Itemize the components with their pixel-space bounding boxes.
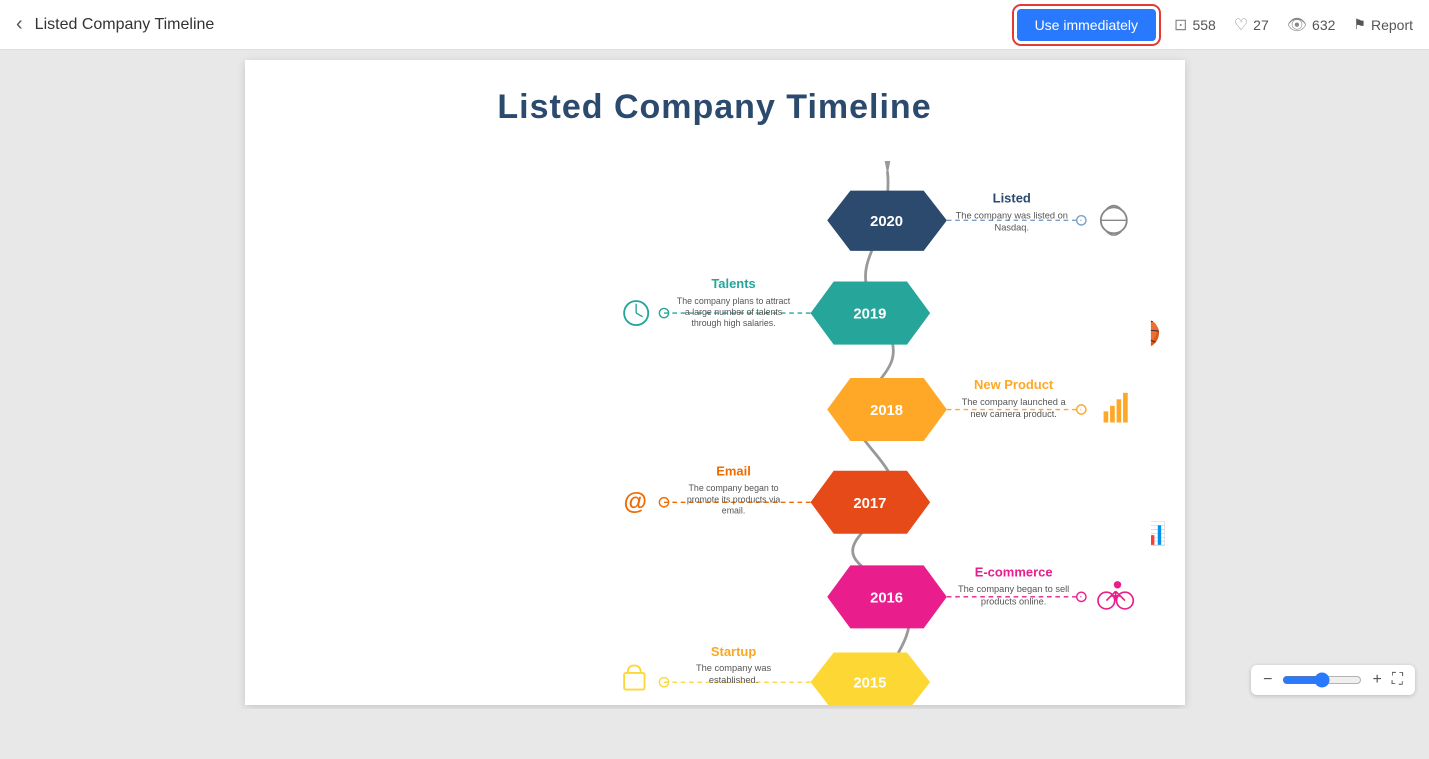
zoom-controls: − + ⛶: [1251, 665, 1415, 695]
svg-text:2017: 2017: [853, 496, 886, 512]
report-button[interactable]: ⚑ Report: [1353, 16, 1413, 33]
svg-text:@: @: [623, 489, 647, 516]
svg-text:2018: 2018: [870, 403, 903, 419]
svg-text:2019: 2019: [853, 307, 886, 323]
fullscreen-button[interactable]: ⛶: [1392, 671, 1403, 689]
svg-text:The company plans to attract: The company plans to attract: [676, 296, 790, 306]
header: ‹ Listed Company Timeline Use immediatel…: [0, 0, 1429, 50]
report-label: Report: [1371, 17, 1413, 33]
likes-stat: ♡ 27: [1234, 15, 1269, 35]
svg-text:The company launched a: The company launched a: [961, 397, 1066, 407]
svg-text:2016: 2016: [870, 590, 903, 606]
svg-text:Email: Email: [716, 463, 751, 478]
timeline-main-svg: 2020 Listed The company was listed on Na…: [245, 135, 1185, 705]
use-immediately-button[interactable]: Use immediately: [1017, 9, 1156, 41]
svg-text:email.: email.: [721, 505, 744, 515]
svg-text:The company began to: The company began to: [688, 483, 778, 493]
svg-text:The company began to sell: The company began to sell: [957, 584, 1068, 594]
svg-text:2015: 2015: [853, 676, 886, 692]
svg-text:new camera product.: new camera product.: [970, 409, 1057, 419]
svg-text:products online.: products online.: [980, 596, 1045, 606]
svg-text:Nasdaq.: Nasdaq.: [994, 223, 1029, 233]
main-content: Listed Company Timeline 2020 🏀 Listed Th…: [0, 50, 1429, 709]
zoom-in-button[interactable]: +: [1372, 671, 1381, 689]
flag-icon: ⚑: [1353, 16, 1366, 33]
slide-container: Listed Company Timeline 2020 🏀 Listed Th…: [245, 60, 1185, 705]
svg-text:Listed: Listed: [992, 191, 1030, 206]
zoom-slider[interactable]: [1282, 672, 1362, 688]
likes-count: 27: [1253, 17, 1269, 33]
back-button[interactable]: ‹: [16, 13, 23, 36]
svg-text:Startup: Startup: [710, 644, 755, 659]
slide-title: Listed Company Timeline: [245, 60, 1185, 127]
svg-text:through high salaries.: through high salaries.: [691, 318, 775, 328]
svg-text:Talents: Talents: [711, 276, 755, 291]
svg-text:New Product: New Product: [973, 377, 1053, 392]
copies-count: 558: [1192, 17, 1215, 33]
svg-text:The company was listed on: The company was listed on: [955, 210, 1067, 220]
svg-text:a large number of talents: a large number of talents: [684, 307, 782, 317]
svg-text:established.: established.: [708, 675, 757, 685]
page-title: Listed Company Timeline: [35, 16, 1017, 34]
copies-stat: ⊡ 558: [1174, 15, 1216, 35]
views-count: 632: [1312, 17, 1335, 33]
eye-icon: 👁: [1287, 15, 1307, 35]
svg-text:The company was: The company was: [695, 663, 771, 673]
views-stat: 👁 632: [1287, 15, 1336, 35]
heart-icon: ♡: [1234, 15, 1248, 35]
copies-icon: ⊡: [1174, 15, 1187, 35]
header-actions: Use immediately ⊡ 558 ♡ 27 👁 632 ⚑ Repor…: [1017, 9, 1413, 41]
zoom-out-button[interactable]: −: [1263, 671, 1272, 689]
svg-text:2020: 2020: [870, 214, 903, 230]
svg-text:promote its products via: promote its products via: [686, 494, 779, 504]
svg-text:E-commerce: E-commerce: [974, 564, 1052, 579]
